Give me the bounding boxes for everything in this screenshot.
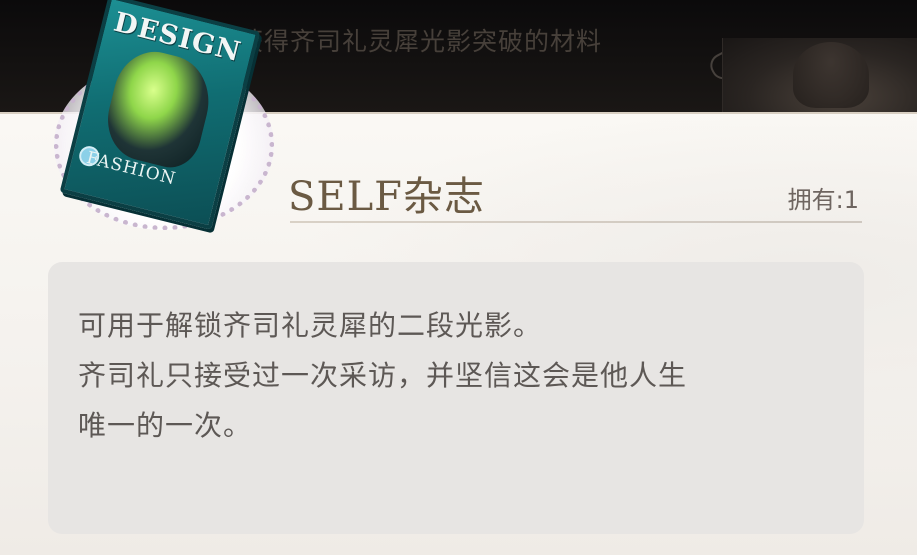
item-icon: DESIGN FASHION [48, 0, 274, 230]
description-line-2: 齐司礼只接受过一次采访，并坚信这会是他人生 [78, 359, 688, 392]
owned-count: 拥有:1 [787, 186, 859, 214]
item-name: SELF杂志 [288, 174, 485, 220]
character-portrait [722, 38, 917, 112]
description-line-1: 可用于解锁齐司礼灵犀的二段光影。 [78, 309, 543, 342]
banner-text: 获得齐司礼灵犀光影突破的材料 [238, 27, 603, 56]
description-box: 可用于解锁齐司礼灵犀的二段光影。 齐司礼只接受过一次采访，并坚信这会是他人生 唯… [48, 262, 864, 534]
description-line-3: 唯一的一次。 [78, 409, 253, 442]
title-divider [290, 221, 862, 223]
portrait-silhouette [793, 42, 869, 108]
